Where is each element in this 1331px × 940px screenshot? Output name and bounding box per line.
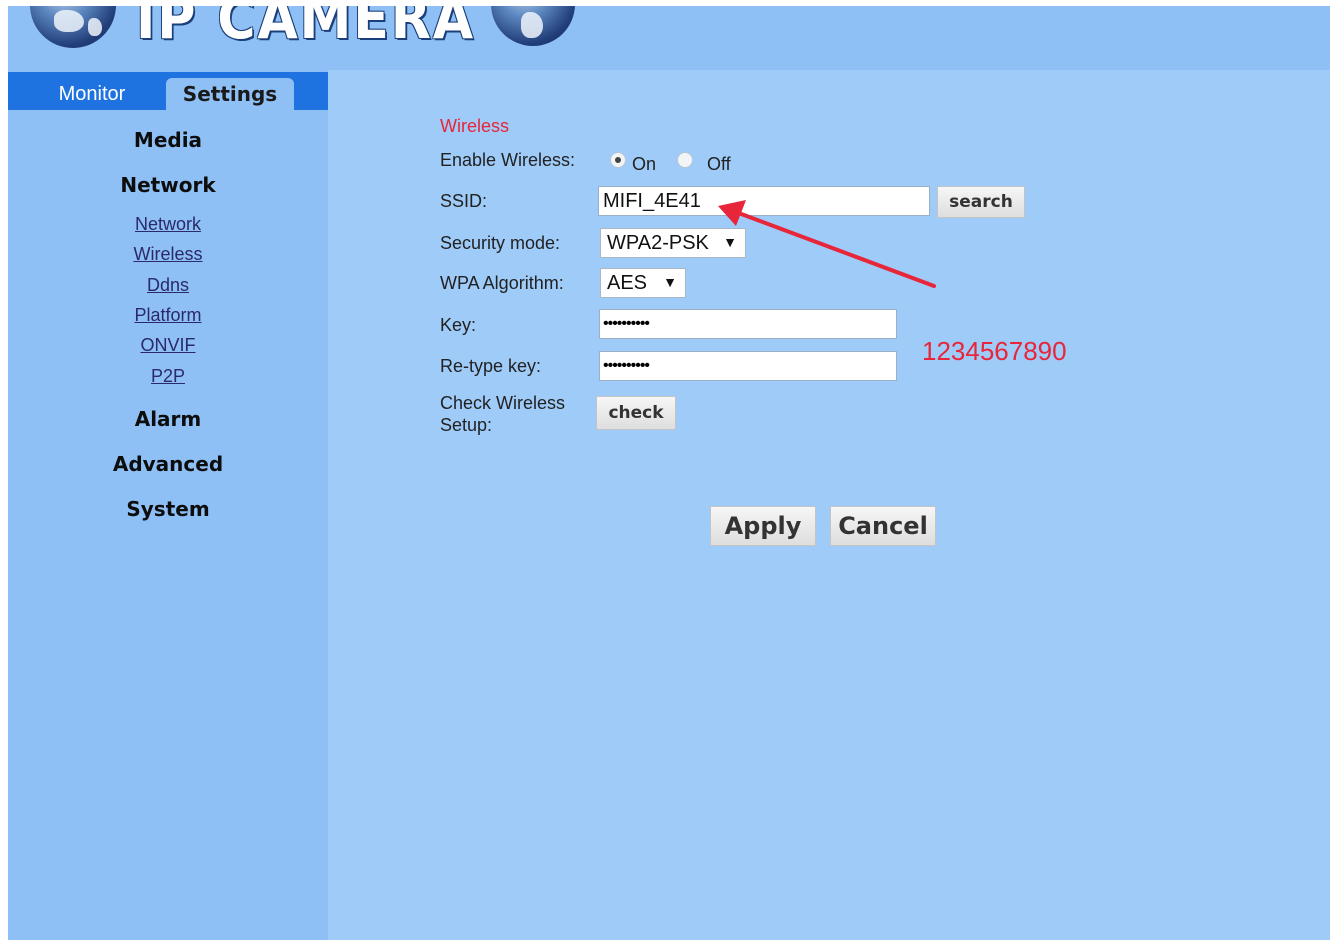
wpa-algorithm-value: AES: [607, 271, 648, 294]
tab-settings[interactable]: Settings: [166, 78, 294, 110]
tab-monitor[interactable]: Monitor: [22, 78, 162, 110]
menu-media[interactable]: Media: [8, 128, 328, 152]
menu-network[interactable]: Network: [8, 173, 328, 197]
settings-panel: Wireless Enable Wireless: On Off SSID: s…: [328, 70, 1330, 940]
sidebar-item-platform[interactable]: Platform: [8, 305, 328, 326]
security-mode-select[interactable]: WPA2-PSK ▼: [600, 228, 746, 258]
ssid-label: SSID:: [440, 191, 488, 211]
retype-key-input[interactable]: [599, 351, 897, 381]
radio-wireless-on[interactable]: [610, 152, 626, 168]
menu-alarm[interactable]: Alarm: [8, 407, 328, 431]
check-wireless-label-line2: Setup:: [440, 415, 493, 435]
globe-logo-icon: [30, 6, 116, 48]
header-banner: IP CAMERA: [8, 6, 1330, 70]
dropdown-arrow-icon: ▼: [723, 234, 737, 250]
menu-advanced[interactable]: Advanced: [8, 452, 328, 476]
sidebar-item-network[interactable]: Network: [8, 214, 328, 235]
apply-button[interactable]: Apply: [710, 506, 816, 546]
enable-wireless-label: Enable Wireless:: [440, 150, 576, 170]
wpa-algorithm-select[interactable]: AES ▼: [600, 268, 686, 298]
wpa-algorithm-label: WPA Algorithm:: [440, 273, 564, 293]
retype-key-label: Re-type key:: [440, 356, 542, 376]
security-mode-value: WPA2-PSK: [607, 231, 709, 254]
radio-on-label: On: [632, 154, 657, 174]
page-frame: IP CAMERA Monitor Settings Media Network…: [8, 6, 1330, 940]
check-wireless-label: Check Wireless Setup:: [440, 392, 565, 436]
globe-logo-icon: [491, 6, 575, 46]
sidebar-item-p2p[interactable]: P2P: [8, 366, 328, 387]
menu-system[interactable]: System: [8, 497, 328, 521]
check-button[interactable]: check: [596, 396, 676, 430]
section-title: Wireless: [440, 116, 510, 136]
radio-wireless-off[interactable]: [677, 152, 693, 168]
sidebar: Monitor Settings Media Network Network W…: [8, 70, 328, 940]
dropdown-arrow-icon: ▼: [663, 274, 677, 290]
security-mode-label: Security mode:: [440, 233, 561, 253]
key-input[interactable]: [599, 309, 897, 339]
search-button[interactable]: search: [937, 186, 1025, 218]
check-wireless-label-line1: Check Wireless: [440, 393, 566, 413]
radio-off-label: Off: [707, 154, 731, 174]
key-hint-annotation: 1234567890: [922, 336, 1067, 366]
cancel-button[interactable]: Cancel: [830, 506, 936, 546]
key-label: Key:: [440, 315, 477, 335]
logo-text: IP CAMERA: [136, 6, 475, 52]
sidebar-item-ddns[interactable]: Ddns: [8, 275, 328, 296]
ssid-input[interactable]: [598, 186, 930, 216]
tab-bar: Monitor Settings: [8, 72, 328, 110]
sidebar-item-wireless[interactable]: Wireless: [8, 244, 328, 265]
sidebar-item-onvif[interactable]: ONVIF: [8, 335, 328, 356]
